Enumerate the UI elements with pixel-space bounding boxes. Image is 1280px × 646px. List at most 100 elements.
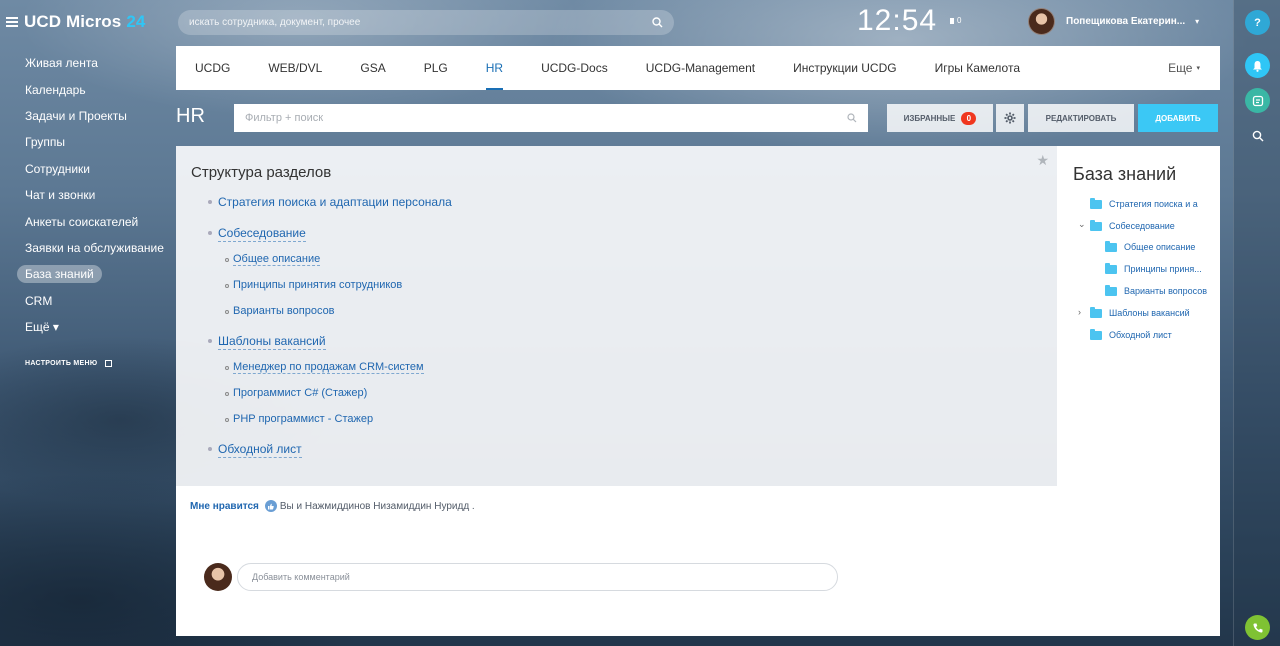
kb-item-general[interactable]: Общее описание (1105, 240, 1195, 252)
section-tabs: UCDG WEB/DVL GSA PLG HR UCDG-Docs UCDG-M… (176, 46, 1220, 90)
kb-item-interview[interactable]: Собеседование (1090, 219, 1175, 231)
tree-item-checklist: Обходной лист (208, 442, 302, 458)
tab-gsa[interactable]: GSA (341, 46, 404, 90)
kb-item-principles[interactable]: Принципы приня... (1105, 262, 1202, 274)
bell-icon[interactable] (1245, 53, 1270, 78)
sidebar-item-feed[interactable]: Живая лента (16, 50, 166, 76)
tree-subitem: Принципы принятия сотрудников (225, 279, 402, 291)
chevron-right-icon[interactable]: › (1078, 307, 1081, 317)
sidebar-item-knowledge-base[interactable]: База знаний (16, 261, 166, 287)
page-title: HR (176, 105, 205, 127)
phone-icon[interactable] (1245, 615, 1270, 640)
help-icon[interactable]: ? (1245, 10, 1270, 35)
avatar (1028, 8, 1055, 35)
comments-section: Мне нравится Вы и Нажмиддинов Низамиддин… (176, 486, 1057, 636)
folder-icon (1090, 306, 1102, 318)
sidebar-menu: Живая лента Календарь Задачи и Проекты Г… (16, 50, 166, 340)
structure-title: Структура разделов (191, 164, 332, 181)
global-search-input[interactable] (189, 17, 629, 28)
favorites-button[interactable]: ИЗБРАННЫЕ 0 (887, 104, 993, 132)
like-names[interactable]: Вы и Нажмиддинов Низамиддин Нуридд . (280, 501, 475, 512)
sidebar-item-groups[interactable]: Группы (16, 129, 166, 155)
sidebar-item-requests[interactable]: Заявки на обслуживание (16, 235, 166, 261)
search-icon[interactable] (847, 113, 857, 123)
tree-link-interview[interactable]: Собеседование (218, 226, 306, 242)
settings-button[interactable] (996, 104, 1024, 132)
search-icon[interactable] (1245, 123, 1270, 148)
tree-link-php[interactable]: PHP программист - Стажер (233, 413, 373, 425)
folder-icon (1090, 328, 1102, 340)
sidebar-item-tasks[interactable]: Задачи и Проекты (16, 103, 166, 129)
sidebar-item-crm[interactable]: CRM (16, 288, 166, 314)
favorites-count-badge: 0 (961, 111, 977, 125)
tree-item-strategy: Стратегия поиска и адаптации персонала (208, 195, 452, 210)
tab-camelot-games[interactable]: Игры Камелота (916, 46, 1039, 90)
chat-icon[interactable] (1245, 88, 1270, 113)
tab-ucdg-docs[interactable]: UCDG-Docs (522, 46, 627, 90)
gear-icon (1004, 112, 1016, 124)
tree-link-questions[interactable]: Варианты вопросов (233, 305, 335, 317)
logo[interactable]: UCD Micros 24 (24, 12, 145, 32)
tree-item-templates: Шаблоны вакансий (208, 334, 326, 350)
tree-subitem: Менеджер по продажам CRM-систем (225, 361, 424, 374)
chevron-down-icon: ▾ (1196, 65, 1200, 72)
tab-instructions[interactable]: Инструкции UCDG (774, 46, 915, 90)
comment-row: Добавить комментарий (204, 563, 838, 591)
tree-subitem: PHP программист - Стажер (225, 413, 373, 425)
flag-counter[interactable]: 0 (950, 16, 961, 25)
tree-link-strategy[interactable]: Стратегия поиска и адаптации персонала (218, 195, 452, 210)
global-search (178, 10, 674, 35)
tab-web-dvl[interactable]: WEB/DVL (249, 46, 341, 90)
chevron-down-icon[interactable]: ⌄ (1078, 219, 1086, 230)
tree-link-general[interactable]: Общее описание (233, 253, 321, 266)
tree-link-csharp[interactable]: Программист C# (Стажер) (233, 387, 367, 399)
folder-icon (1105, 262, 1117, 274)
menu-toggle-icon[interactable] (6, 17, 18, 27)
kb-item-strategy[interactable]: Стратегия поиска и а (1090, 197, 1198, 209)
tree-link-principles[interactable]: Принципы принятия сотрудников (233, 279, 402, 291)
flag-icon (950, 17, 954, 24)
edit-button[interactable]: РЕДАКТИРОВАТЬ (1028, 104, 1134, 132)
search-icon[interactable] (652, 17, 663, 28)
tab-more[interactable]: Еще ▾ (1168, 46, 1200, 90)
structure-card: Структура разделов ★ Стратегия поиска и … (176, 146, 1057, 486)
kb-item-templates[interactable]: Шаблоны вакансий (1090, 306, 1190, 318)
logo-row: UCD Micros 24 (6, 12, 145, 32)
tree-link-templates[interactable]: Шаблоны вакансий (218, 334, 326, 350)
folder-icon (1105, 284, 1117, 296)
star-icon[interactable]: ★ (1036, 152, 1049, 169)
kb-item-checklist[interactable]: Обходной лист (1090, 328, 1172, 340)
tab-ucdg-management[interactable]: UCDG-Management (627, 46, 774, 90)
knowledge-base-panel: База знаний Стратегия поиска и а ⌄ Собес… (1057, 146, 1220, 636)
tree-link-crm-manager[interactable]: Менеджер по продажам CRM-систем (233, 361, 424, 374)
sidebar-item-more[interactable]: Ещё ▾ (16, 314, 166, 340)
avatar (204, 563, 232, 591)
tab-hr[interactable]: HR (467, 46, 522, 90)
like-button[interactable]: Мне нравится (190, 501, 259, 512)
sidebar-item-employees[interactable]: Сотрудники (16, 156, 166, 182)
sidebar-item-chat[interactable]: Чат и звонки (16, 182, 166, 208)
folder-icon (1090, 219, 1102, 231)
clock[interactable]: 12:54 (857, 4, 937, 38)
tree-subitem: Программист C# (Стажер) (225, 387, 367, 399)
knowledge-base-title: База знаний (1073, 164, 1177, 184)
add-button[interactable]: ДОБАВИТЬ (1138, 104, 1218, 132)
tree-link-checklist[interactable]: Обходной лист (218, 442, 302, 458)
kb-item-questions[interactable]: Варианты вопросов (1105, 284, 1207, 296)
filter-search-input[interactable] (245, 112, 825, 124)
user-menu[interactable]: Попещикова Екатерин... ▾ (1028, 8, 1199, 35)
tab-plg[interactable]: PLG (405, 46, 467, 90)
tab-ucdg[interactable]: UCDG (176, 46, 249, 90)
like-row: Мне нравится Вы и Нажмиддинов Низамиддин… (190, 500, 475, 512)
menu-settings-button[interactable]: НАСТРОИТЬ МЕНЮ (25, 360, 113, 367)
left-sidebar: UCD Micros 24 Живая лента Календарь Задач… (0, 0, 170, 646)
folder-icon (1090, 197, 1102, 209)
settings-box-icon (105, 360, 113, 367)
sidebar-item-applicants[interactable]: Анкеты соискателей (16, 208, 166, 234)
chevron-down-icon: ▾ (1195, 17, 1200, 26)
sidebar-item-calendar[interactable]: Календарь (16, 76, 166, 102)
comment-input[interactable]: Добавить комментарий (237, 563, 838, 591)
right-panel: ? (1233, 0, 1280, 646)
tree-item-interview: Собеседование (208, 226, 306, 242)
user-name: Попещикова Екатерин... (1066, 16, 1186, 27)
